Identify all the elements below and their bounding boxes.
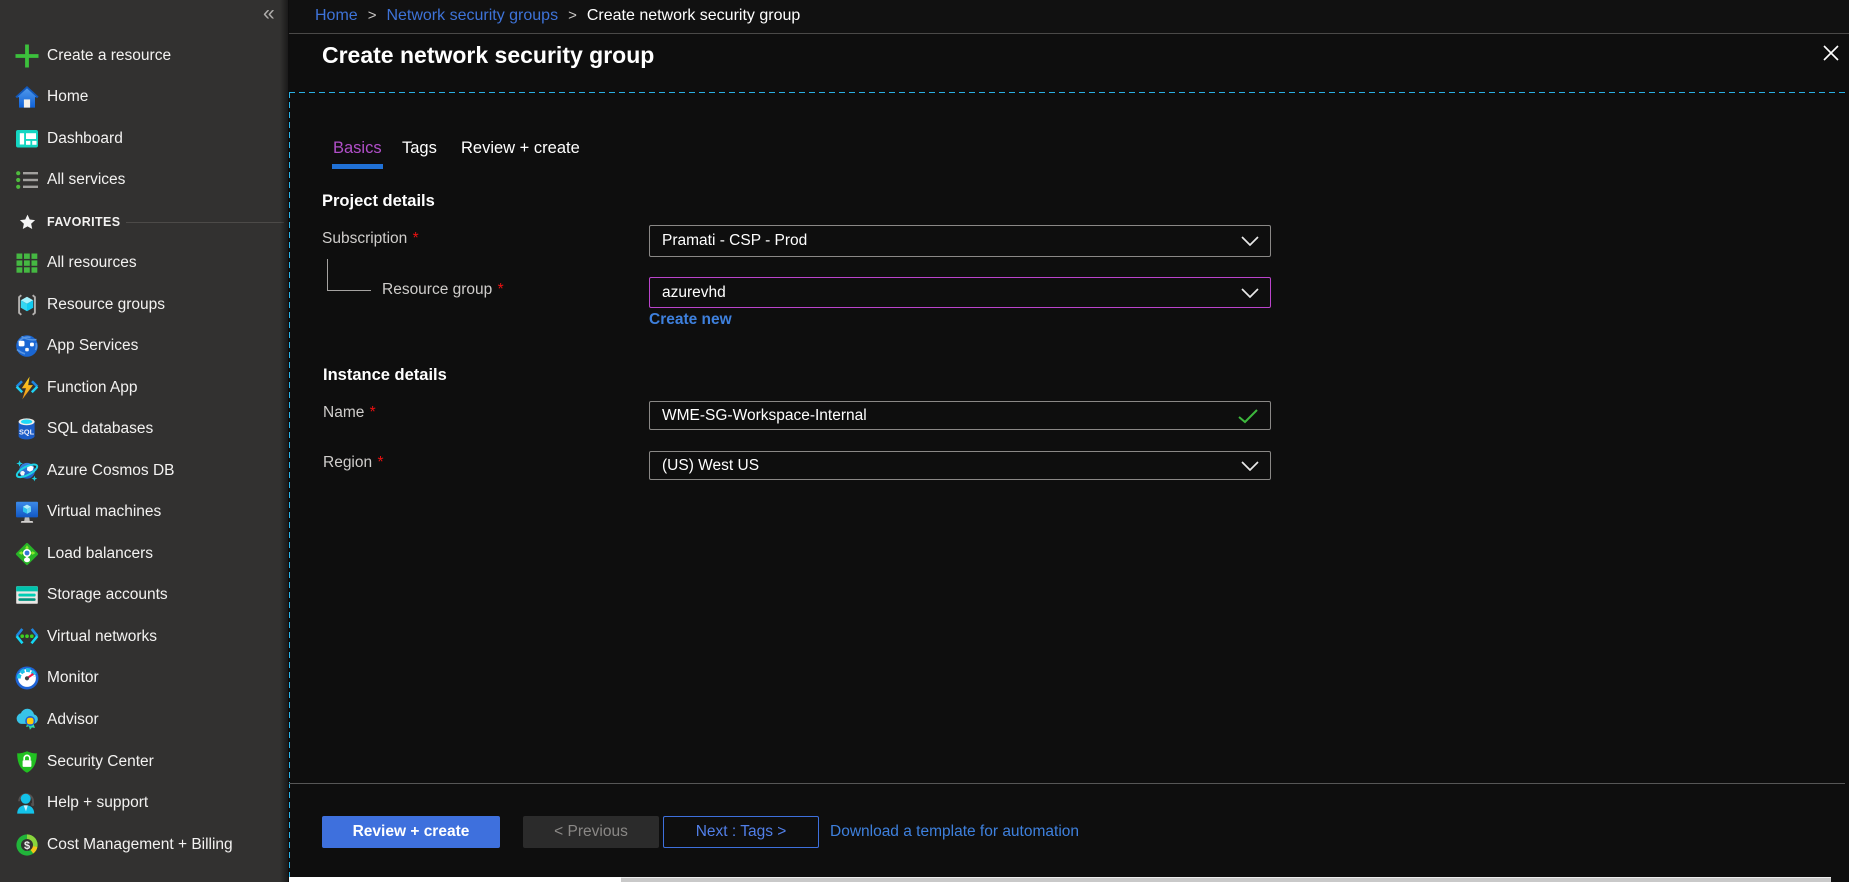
svg-text:SQL: SQL	[19, 428, 35, 437]
svg-text:$: $	[24, 839, 30, 851]
